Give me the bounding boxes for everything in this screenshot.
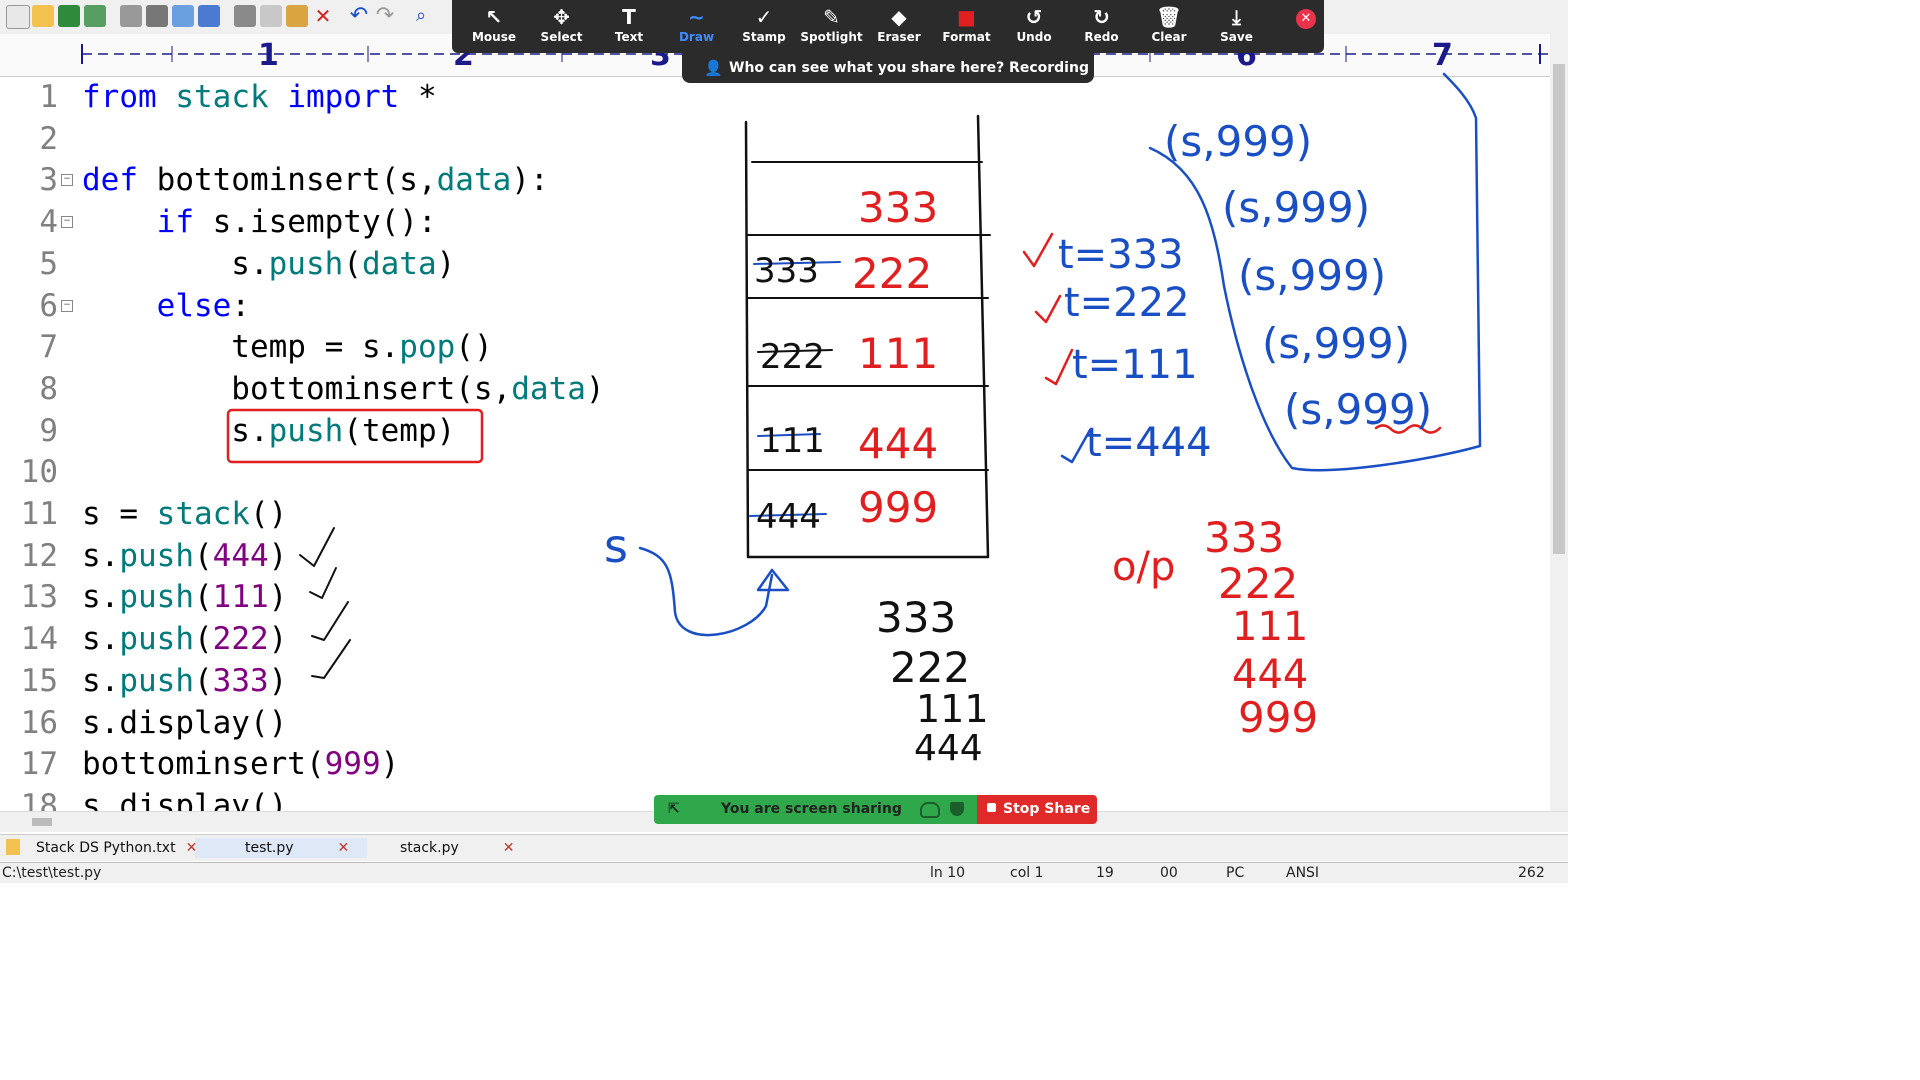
call-frame: (s,999) [1222, 183, 1370, 232]
close-icon[interactable]: ✕ [1296, 9, 1316, 29]
recording-banner[interactable]: 👤 Who can see what you share here? Recor… [682, 53, 1094, 106]
annotation-layer: 333 333 222 222 111 111 444 444 999 s 33… [226, 72, 1482, 769]
printed-value: 333 [876, 593, 956, 642]
call-frame: (s,999) [1262, 319, 1410, 368]
printed-value: 444 [914, 728, 983, 769]
clear-icon: 🗑 [1156, 5, 1182, 29]
tool-label: Undo [1016, 30, 1052, 44]
stack-value: 444 [858, 419, 938, 468]
tool-label: Clear [1151, 30, 1187, 44]
output-label: o/p [1112, 544, 1175, 590]
tool-undo[interactable]: ↺ Undo [1002, 4, 1066, 52]
tool-label: Select [540, 30, 583, 44]
save-icon: ⤓ [1232, 5, 1241, 29]
tool-text[interactable]: T Text [597, 4, 661, 52]
recording-text: Who can see what you share here? Recordi… [729, 60, 1089, 106]
stack-value: 111 [858, 329, 938, 378]
temp-value: t=333 [1058, 232, 1184, 278]
highlight-box [226, 408, 484, 464]
output-value: 111 [1232, 604, 1308, 650]
screen-sharing-bar: ⇱ You are screen sharing Stop Share [654, 795, 1097, 824]
pointer-arrow [638, 546, 774, 637]
tool-format[interactable]: ■ Format [935, 4, 999, 52]
output-value: 222 [1218, 559, 1298, 608]
check-mark [311, 639, 351, 679]
stack-old-value: 444 [756, 497, 821, 537]
stack-value: 333 [858, 183, 938, 232]
output-value: 444 [1232, 652, 1308, 698]
call-frame: (s,999) [1238, 251, 1386, 300]
call-frame: (s,999) [1284, 385, 1432, 434]
stop-share-label: Stop Share [1003, 801, 1091, 817]
undo-icon: ↺ [1025, 5, 1043, 29]
draw-icon: ∼ [688, 5, 705, 29]
check-mark [311, 601, 349, 641]
sharing-status[interactable]: ⇱ You are screen sharing [654, 795, 977, 824]
stop-icon [987, 803, 996, 812]
temp-value: t=111 [1072, 342, 1198, 388]
mouse-icon: ↖ [485, 5, 503, 29]
sharing-status-text: You are screen sharing [721, 801, 902, 817]
check-mark [299, 527, 335, 567]
tool-label: Mouse [471, 30, 516, 44]
tool-save[interactable]: ⤓ Save [1205, 4, 1269, 52]
check-mark [309, 567, 337, 599]
cloud-icon [920, 802, 940, 818]
stamp-icon: ✓ [755, 5, 773, 29]
output-value: 333 [1204, 513, 1284, 562]
tool-stamp[interactable]: ✓ Stamp [732, 4, 796, 52]
annotation-toolbar: ✕ ↖ Mouse ✥ Select T Text ∼ Draw ✓ Stamp ✎ Spotligh… [452, 0, 1324, 53]
tool-eraser[interactable]: ◆ Eraser [867, 4, 931, 52]
eraser-icon: ◆ [891, 5, 907, 29]
format-icon: ■ [957, 5, 976, 29]
temp-value: t=444 [1086, 420, 1212, 466]
tool-select[interactable]: ✥ Select [530, 4, 594, 52]
stack-old-value: 222 [760, 337, 825, 377]
stop-share-button[interactable]: Stop Share [977, 795, 1097, 824]
tool-mouse[interactable]: ↖ Mouse [462, 4, 526, 52]
tool-redo[interactable]: ↻ Redo [1070, 4, 1134, 52]
shield-icon [950, 802, 964, 816]
stack-value: 222 [852, 249, 932, 298]
tool-draw[interactable]: ∼ Draw [665, 4, 729, 52]
tool-label: Text [614, 30, 644, 44]
select-icon: ✥ [553, 5, 570, 29]
stack-value: 999 [858, 483, 938, 532]
stack-old-value: 111 [760, 421, 825, 461]
stack-variable-label: s [604, 519, 628, 573]
temp-value: t=222 [1064, 280, 1190, 326]
tool-spotlight[interactable]: ✎ Spotlight [800, 4, 864, 52]
tool-label: Redo [1084, 30, 1119, 44]
printed-value: 111 [916, 687, 989, 731]
text-icon: T [622, 5, 636, 29]
tool-label: Stamp [742, 30, 786, 44]
tool-label: Draw [678, 30, 715, 44]
tool-label: Format [942, 30, 991, 44]
printed-value: 222 [890, 643, 970, 692]
drag-handle-icon[interactable]: ⇱ [668, 795, 680, 824]
tool-label: Save [1220, 30, 1253, 44]
tool-label: Spotlight [800, 30, 863, 44]
call-frame: (s,999) [1164, 117, 1312, 166]
tool-label: Eraser [877, 30, 921, 44]
tool-clear[interactable]: 🗑 Clear [1137, 4, 1201, 52]
stack-old-value: 333 [754, 251, 819, 291]
spotlight-icon: ✎ [823, 5, 840, 29]
output-value: 999 [1238, 693, 1318, 742]
redo-icon: ↻ [1093, 5, 1110, 29]
user-icon: 👤 [704, 59, 723, 77]
